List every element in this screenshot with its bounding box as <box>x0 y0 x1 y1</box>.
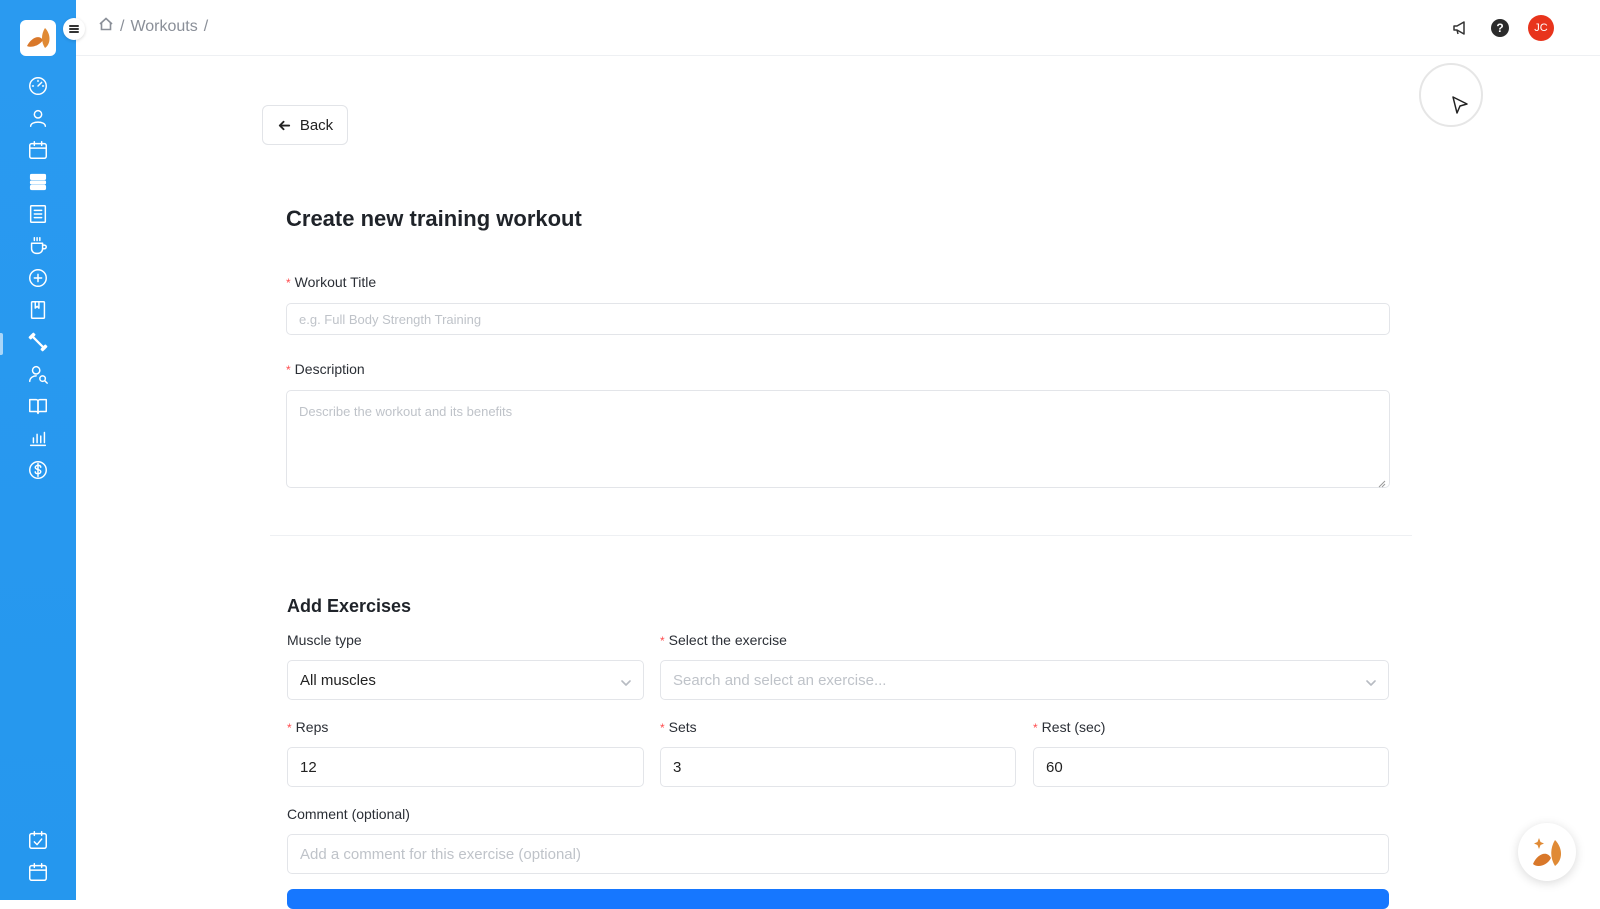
nav-nutrition[interactable] <box>24 232 52 260</box>
help-button[interactable]: ? <box>1488 16 1512 40</box>
reps-value: 12 <box>300 758 317 776</box>
required-mark: * <box>1033 721 1038 735</box>
menu-icon <box>69 25 79 33</box>
required-mark: * <box>660 634 665 648</box>
topbar: / Workouts / ? JC <box>76 0 1600 56</box>
sets-label-text: Sets <box>668 719 697 735</box>
dumbbell-icon <box>28 332 48 352</box>
resize-handle-icon[interactable] <box>1378 476 1386 488</box>
help-icon: ? <box>1491 19 1509 37</box>
bookmark-icon <box>30 301 46 319</box>
workout-title-input[interactable]: e.g. Full Body Strength Training <box>286 303 1390 335</box>
section-divider <box>270 535 1412 536</box>
book-icon <box>29 398 47 415</box>
layout-icon <box>29 173 47 191</box>
workout-title-label-text: Workout Title <box>294 274 377 290</box>
back-button-label: Back <box>299 116 334 134</box>
nav-library[interactable] <box>24 392 52 420</box>
add-exercise-button[interactable] <box>287 889 1389 909</box>
required-mark: * <box>286 276 291 290</box>
almond-logo-icon <box>27 28 50 48</box>
nav-clients[interactable] <box>24 104 52 132</box>
nav-payments[interactable] <box>24 456 52 484</box>
required-mark: * <box>286 363 291 377</box>
description-label-text: Description <box>294 361 365 377</box>
nav-leads[interactable] <box>24 360 52 388</box>
bar-chart-icon <box>29 431 47 447</box>
cursor-highlight <box>1419 63 1483 127</box>
almond-sparkle-icon <box>1533 838 1561 866</box>
exercise-search-placeholder: Search and select an exercise... <box>673 671 887 689</box>
description-label: * Description <box>286 361 365 377</box>
nav-analytics[interactable] <box>24 424 52 452</box>
breadcrumb-separator: / <box>120 17 125 35</box>
list-icon <box>29 205 47 223</box>
exercise-search-select[interactable]: Search and select an exercise... <box>660 660 1389 700</box>
required-mark: * <box>287 721 292 735</box>
chevron-down-icon <box>1366 675 1376 686</box>
rest-label-text: Rest (sec) <box>1041 719 1106 735</box>
comment-placeholder: Add a comment for this exercise (optiona… <box>300 845 581 863</box>
nav-resources[interactable] <box>24 296 52 324</box>
sets-input[interactable]: 3 <box>660 747 1016 787</box>
calendar-check-icon <box>29 831 47 849</box>
user-icon <box>29 109 47 127</box>
megaphone-icon[interactable] <box>1448 16 1472 40</box>
rest-value: 60 <box>1046 758 1063 776</box>
reps-label: * Reps <box>287 719 328 735</box>
nav-workouts[interactable] <box>24 328 52 356</box>
nav-calendar[interactable] <box>24 136 52 164</box>
calendar-icon <box>29 141 47 159</box>
calendar-icon <box>29 863 47 881</box>
nav-habits[interactable] <box>24 264 52 292</box>
breadcrumb-separator: / <box>203 17 209 35</box>
nav-forms[interactable] <box>24 200 52 228</box>
arrow-left-icon <box>278 120 290 130</box>
app-logo[interactable] <box>20 20 56 56</box>
topbar-actions: ? JC <box>1448 15 1554 41</box>
reps-label-text: Reps <box>295 719 329 735</box>
sidebar-toggle-button[interactable] <box>63 18 85 40</box>
muscle-type-label: Muscle type <box>287 632 362 648</box>
dollar-icon <box>29 461 47 479</box>
avatar[interactable]: JC <box>1528 15 1554 41</box>
breadcrumb: / Workouts / <box>98 16 214 37</box>
page-title: Create new training workout <box>286 206 582 231</box>
assistant-button[interactable] <box>1518 823 1576 881</box>
nav-tasks[interactable] <box>24 826 52 854</box>
user-search-icon <box>29 365 48 384</box>
select-exercise-label-text: Select the exercise <box>668 632 787 648</box>
sets-label: * Sets <box>660 719 697 735</box>
breadcrumb-workouts[interactable]: Workouts <box>130 18 197 36</box>
nav-dashboard[interactable] <box>24 72 52 100</box>
comment-input[interactable]: Add a comment for this exercise (optiona… <box>287 834 1389 874</box>
muscle-type-value: All muscles <box>300 671 376 689</box>
required-mark: * <box>660 721 665 735</box>
select-exercise-label: * Select the exercise <box>660 632 787 648</box>
nav-schedule[interactable] <box>24 858 52 886</box>
sidebar <box>0 0 76 900</box>
workout-title-placeholder: e.g. Full Body Strength Training <box>299 311 482 327</box>
rest-input[interactable]: 60 <box>1033 747 1389 787</box>
chevron-down-icon <box>621 675 631 686</box>
rest-label: * Rest (sec) <box>1033 719 1105 735</box>
sets-value: 3 <box>673 758 682 776</box>
comment-label: Comment (optional) <box>287 806 410 822</box>
gauge-icon <box>29 77 47 95</box>
description-textarea[interactable]: Describe the workout and its benefits <box>286 390 1390 488</box>
reps-input[interactable]: 12 <box>287 747 644 787</box>
back-button[interactable]: Back <box>262 105 348 145</box>
description-placeholder: Describe the workout and its benefits <box>299 404 513 419</box>
nav-programs[interactable] <box>24 168 52 196</box>
home-icon[interactable] <box>98 16 114 37</box>
refresh-plus-icon <box>29 269 47 287</box>
workout-title-label: * Workout Title <box>286 274 376 290</box>
pointer-icon <box>1452 96 1468 114</box>
add-exercises-title: Add Exercises <box>287 596 412 616</box>
muscle-type-select[interactable]: All muscles <box>287 660 644 700</box>
active-nav-marker <box>0 333 3 355</box>
cup-icon <box>30 237 47 255</box>
